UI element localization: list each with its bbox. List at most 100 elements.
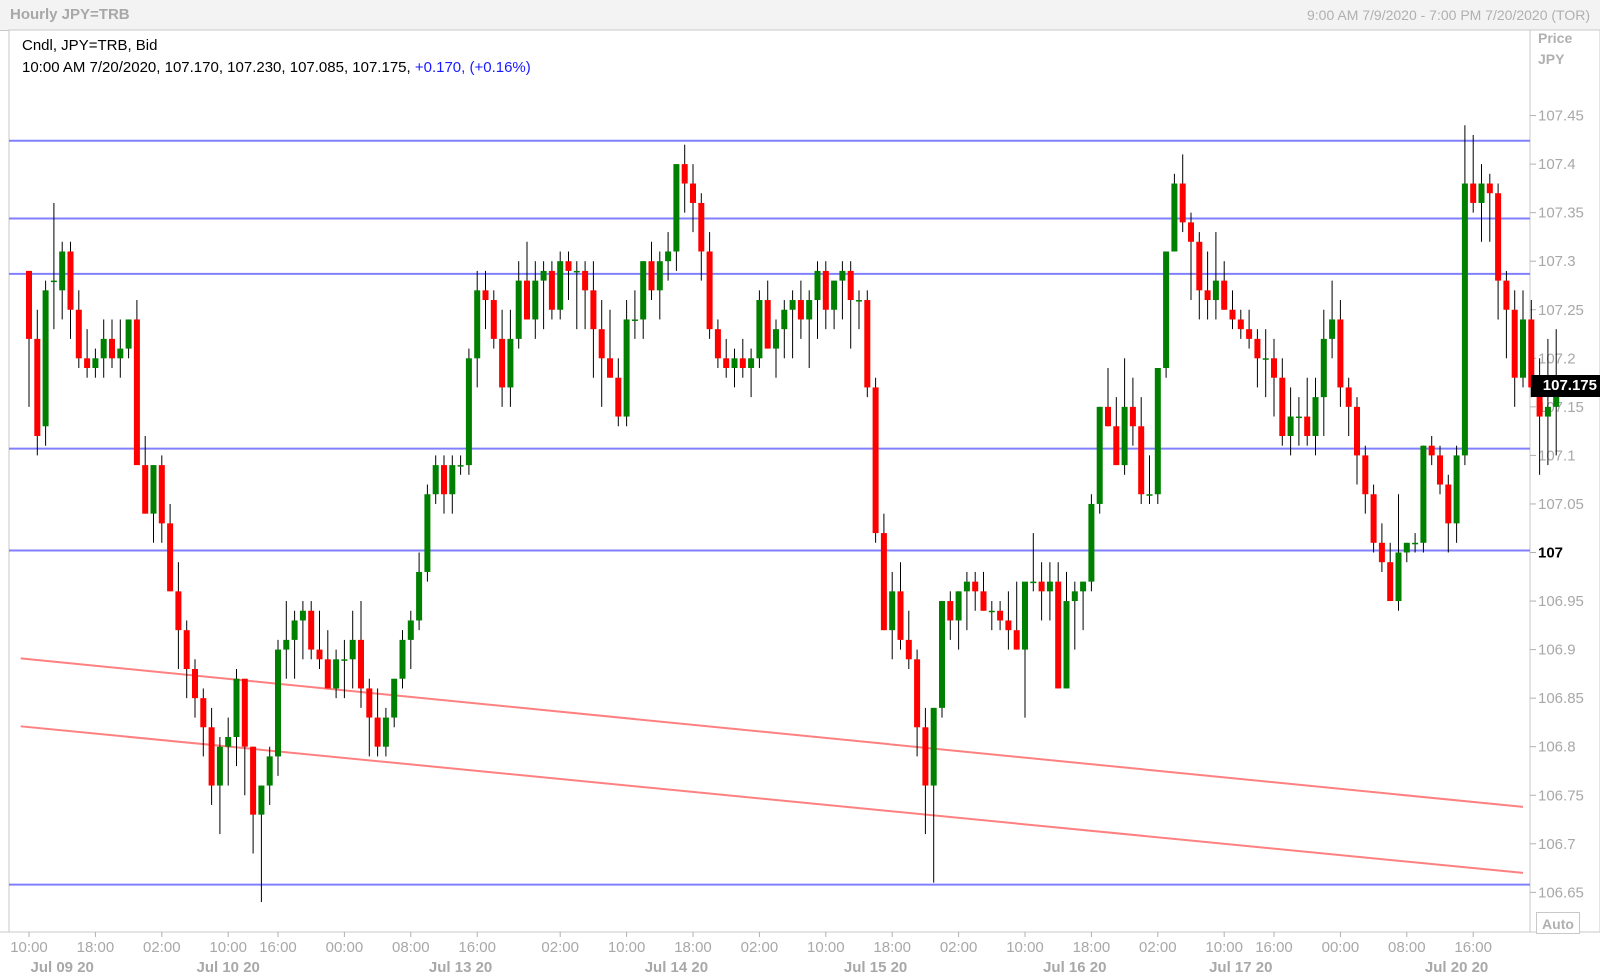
candle-body [333, 659, 340, 689]
candle-body [34, 338, 41, 436]
last-bar-change: +0.170, (+0.16%) [414, 59, 531, 76]
candle-body [324, 659, 331, 689]
candle-body [1071, 591, 1078, 602]
plot-area [8, 29, 1531, 933]
x-date-label: Jul 16 20 [1043, 959, 1106, 976]
candle-body [723, 358, 730, 369]
price-axis-header: Price [1538, 30, 1573, 46]
candle-body [1395, 552, 1402, 602]
candle-body [731, 358, 738, 369]
candle-body [341, 659, 348, 661]
candle-body [407, 620, 414, 640]
candle-body [963, 581, 970, 592]
candle-body [449, 465, 456, 495]
x-date-label: Jul 10 20 [197, 959, 260, 976]
candle-body [856, 300, 862, 302]
candle-body [1271, 358, 1277, 378]
candle-body [1246, 329, 1253, 339]
y-tick-label: 107.05 [1538, 496, 1584, 513]
candle-body [1129, 406, 1136, 427]
y-tick-label: 107 [1538, 545, 1563, 562]
candle-body [424, 494, 431, 572]
candle-body [92, 358, 99, 369]
candle-body [216, 746, 223, 786]
x-date-label: Jul 15 20 [844, 959, 907, 976]
candle-body [1304, 416, 1311, 436]
candle-body [1188, 222, 1194, 242]
y-tick-label: 106.7 [1538, 836, 1576, 853]
candle-body [773, 329, 779, 349]
candle-body [939, 601, 945, 708]
candle-body [573, 270, 580, 273]
y-tick-label: 107.25 [1538, 302, 1584, 319]
candle-body [756, 300, 763, 359]
candle-body [1046, 581, 1053, 592]
x-time-label: 02:00 [741, 939, 779, 956]
candle-body [150, 465, 157, 514]
candle-body [640, 261, 647, 320]
candle-body [648, 261, 655, 291]
candlestick-chart[interactable]: 106.65 106.7 106.75 106.8 106.85 106.9 106.95 1… [0, 0, 1600, 978]
candle-body [1262, 358, 1269, 360]
candle-body [1378, 542, 1385, 563]
candle-body [142, 465, 149, 514]
candle-body [1437, 455, 1443, 485]
candle-body [275, 649, 281, 757]
candle-body [499, 338, 506, 388]
y-tick-label: 106.85 [1538, 690, 1584, 707]
candle-body [565, 261, 572, 271]
x-time-label: 18:00 [1073, 939, 1111, 956]
candle-body [698, 202, 705, 252]
candle-body [814, 270, 821, 301]
candle-body [1279, 377, 1286, 436]
candle-body [1453, 455, 1460, 524]
candle-body [797, 300, 804, 320]
candle-body [1345, 387, 1352, 407]
candle-body [358, 639, 364, 689]
candle-body [1080, 581, 1087, 592]
candle-body [1221, 280, 1228, 310]
last-bar-ohlc: 10:00 AM 7/20/2020, 107.170, 107.230, 10… [22, 59, 415, 76]
candle-body [673, 164, 680, 252]
candle-body [905, 639, 912, 660]
candle-body [432, 465, 439, 495]
candle-body [299, 610, 306, 621]
x-date-label: Jul 20 20 [1425, 959, 1488, 976]
candle-body [192, 669, 198, 699]
candle-body [208, 727, 215, 786]
candle-body [864, 300, 871, 388]
candle-body [441, 465, 447, 495]
x-time-label: 16:00 [259, 939, 297, 956]
candle-body [1295, 416, 1302, 419]
candle-body [1362, 455, 1369, 495]
y-tick-label: 106.75 [1538, 787, 1584, 804]
y-tick-label: 107.3 [1538, 253, 1576, 270]
candle-body [980, 591, 987, 611]
candle-body [1229, 309, 1236, 320]
candle-body [1495, 193, 1502, 281]
x-time-label: 10:00 [10, 939, 48, 956]
candle-body [623, 319, 630, 417]
candle-body [1163, 251, 1170, 369]
candle-body [922, 727, 929, 786]
candle-body [615, 377, 622, 417]
candle-body [656, 261, 663, 291]
candle-body [109, 338, 115, 359]
candle-body [1013, 630, 1020, 650]
candle-body [847, 270, 854, 301]
candle-body [1105, 406, 1111, 427]
auto-scale-button[interactable]: Auto [1536, 912, 1580, 934]
candle-body [1370, 494, 1377, 543]
candle-body [490, 300, 497, 339]
candle-body [1428, 445, 1435, 456]
x-date-label: Jul 17 20 [1209, 959, 1272, 976]
candle-body [1179, 183, 1186, 223]
candle-body [465, 358, 472, 466]
candle-body [133, 319, 140, 466]
candle-body [972, 581, 979, 592]
candle-body [183, 630, 190, 670]
candle-body [1146, 494, 1153, 496]
last-bar-info: 10:00 AM 7/20/2020, 107.170, 107.230, 10… [22, 59, 531, 76]
candle-body [1154, 368, 1161, 495]
candle-body [399, 639, 406, 679]
